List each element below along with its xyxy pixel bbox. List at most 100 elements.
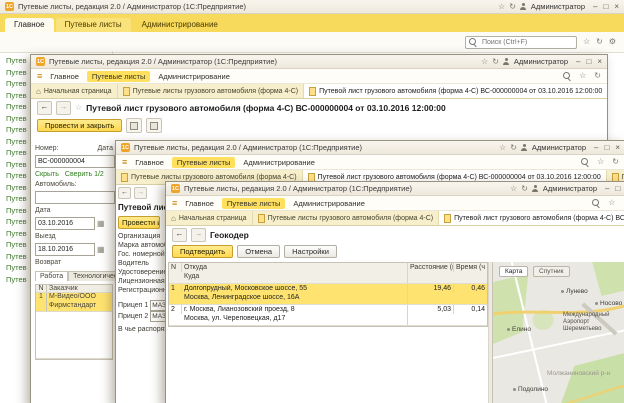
tab-waybill-doc4[interactable]: Путевой лист грузового автомобиля (форма…	[304, 84, 607, 98]
back-button[interactable]: ←	[172, 228, 187, 242]
history-icon[interactable]: ↻	[596, 38, 603, 46]
calendar-icon[interactable]: ▦	[97, 220, 105, 228]
current-user[interactable]: Администратор	[531, 2, 585, 11]
minimize-button[interactable]: –	[576, 57, 580, 66]
post-icon-button[interactable]	[146, 118, 162, 133]
favorites-star-icon[interactable]: ☆	[499, 144, 506, 152]
menu-glavnoe[interactable]: Главное	[50, 72, 79, 81]
tab-waybill-doc2[interactable]: Путевой лист грузового автомобиля (форма…	[439, 211, 624, 225]
main-menu-icon[interactable]: ≡	[37, 72, 42, 81]
favorites-star-icon[interactable]: ☆	[498, 3, 505, 11]
favorites-star-icon[interactable]: ☆	[583, 38, 590, 46]
back-button[interactable]: ←	[37, 101, 52, 115]
tab-tekhnologicheskie[interactable]: Технологические	[68, 271, 115, 281]
menu-administrirovanie[interactable]: Администрирование	[293, 199, 365, 208]
current-user[interactable]: Администратор	[514, 57, 568, 66]
return-date-input[interactable]	[35, 243, 95, 256]
maximize-button[interactable]: □	[586, 57, 591, 66]
post-and-close-button[interactable]: Провести и закрыть	[118, 216, 160, 229]
search-icon[interactable]	[592, 199, 600, 207]
customer-row[interactable]: 1 М-Видео/ООО Фирмстандарт	[36, 293, 112, 312]
map-layer-button[interactable]: Карта	[499, 266, 528, 277]
menu-glavnoe[interactable]: Главное	[135, 158, 164, 167]
history-icon[interactable]: ↻	[612, 158, 619, 166]
save-icon-button[interactable]	[126, 118, 142, 133]
post-and-close-button[interactable]: Провести и закрыть	[37, 119, 122, 132]
menu-glavnoe[interactable]: Главное	[185, 199, 214, 208]
favorites-star-icon[interactable]: ☆	[481, 58, 488, 66]
maximize-button[interactable]: □	[604, 143, 609, 152]
map-panel[interactable]: Карта Спутник Лунево Носово Елино Междун…	[492, 262, 624, 403]
forward-button[interactable]: →	[191, 228, 206, 242]
favorites-star-icon[interactable]: ☆	[510, 185, 517, 193]
global-search[interactable]	[465, 36, 577, 49]
section-tab-administrirovanie[interactable]: Администрирование	[133, 18, 227, 32]
menu-putevye-listy[interactable]: Путевые листы	[87, 71, 150, 82]
menu-administrirovanie[interactable]: Администрирование	[158, 72, 230, 81]
1c-logo-icon: 1C	[36, 57, 45, 66]
titlebar[interactable]: 1C Путевые листы, редакция 2.0 / Админис…	[116, 141, 624, 155]
confirm-button[interactable]: Подтвердить	[172, 245, 233, 258]
settings-gear-icon[interactable]: ⚙	[609, 38, 616, 46]
search-icon[interactable]	[563, 72, 571, 80]
depart-date-input[interactable]	[35, 217, 95, 230]
tab-home[interactable]: ⌂ Начальная страница	[31, 84, 118, 98]
search-icon[interactable]	[581, 158, 589, 166]
favorites-star-icon[interactable]: ☆	[579, 72, 586, 80]
tab-waybill-list[interactable]: Путевые листы грузового автомобиля (форм…	[118, 84, 305, 98]
menu-administrirovanie[interactable]: Администрирование	[243, 158, 315, 167]
close-button[interactable]: ×	[597, 57, 602, 66]
minimize-button[interactable]: –	[593, 2, 597, 11]
favorites-star-icon[interactable]: ☆	[608, 199, 615, 207]
forward-button[interactable]: →	[134, 187, 147, 199]
history-icon[interactable]: ↻	[594, 72, 601, 80]
search-input[interactable]	[480, 38, 573, 47]
history-icon[interactable]: ↻	[510, 144, 517, 152]
main-menu-icon[interactable]: ≡	[122, 158, 127, 167]
calendar-icon[interactable]: ▦	[97, 246, 105, 254]
route-row[interactable]: 1 Долгопрудный, Московское шоссе, 55 Мос…	[169, 284, 487, 305]
close-button[interactable]: ×	[614, 2, 619, 11]
favorites-star-icon[interactable]: ☆	[75, 104, 82, 112]
tab-rabota[interactable]: Работа	[35, 271, 68, 281]
row-to: Москва, Ленинградское шоссе, 16А	[184, 294, 405, 303]
check-link[interactable]: Сверить 1/2	[65, 171, 104, 178]
history-icon[interactable]: ↻	[509, 3, 516, 11]
quick-access-toolbar: ☆ ↻ ⚙	[0, 32, 624, 53]
menu-putevye-listy[interactable]: Путевые листы	[172, 157, 235, 168]
history-icon[interactable]: ↻	[492, 58, 499, 66]
number-input[interactable]	[35, 155, 115, 168]
section-tab-glavnoe[interactable]: Главное	[5, 18, 54, 32]
titlebar-main[interactable]: 1C Путевые листы, редакция 2.0 / Админис…	[0, 0, 624, 14]
maximize-button[interactable]: □	[615, 184, 620, 193]
section-tab-putevye-listy[interactable]: Путевые листы	[56, 18, 131, 32]
col-distance: Расстояние (к	[408, 263, 454, 272]
menu-putevye-listy[interactable]: Путевые листы	[222, 198, 285, 209]
titlebar[interactable]: 1C Путевые листы, редакция 2.0 / Админис…	[166, 182, 624, 196]
settings-button[interactable]: Настройки	[284, 245, 337, 258]
minimize-button[interactable]: –	[605, 184, 609, 193]
col-time: Время (ч	[454, 263, 487, 272]
forward-button[interactable]: →	[56, 101, 71, 115]
satellite-layer-button[interactable]: Спутник	[533, 266, 570, 277]
hide-link[interactable]: Скрыть	[35, 171, 59, 178]
favorites-star-icon[interactable]: ☆	[597, 158, 604, 166]
main-menu-icon[interactable]: ≡	[172, 199, 177, 208]
minimize-button[interactable]: –	[594, 143, 598, 152]
history-icon[interactable]: ↻	[521, 185, 528, 193]
current-user[interactable]: Администратор	[543, 184, 597, 193]
tab-home[interactable]: ⌂ Начальная страница	[166, 211, 253, 225]
cancel-button[interactable]: Отмена	[237, 245, 280, 258]
row-number: 1	[169, 284, 182, 293]
trailer-value-input[interactable]: МАЗ	[150, 311, 165, 322]
vehicle-input[interactable]	[35, 191, 115, 204]
titlebar[interactable]: 1C Путевые листы, редакция 2.0 / Админис…	[31, 55, 607, 69]
maximize-button[interactable]: □	[603, 2, 608, 11]
trailer-value-input[interactable]: МАЗ	[150, 300, 165, 311]
close-button[interactable]: ×	[615, 143, 620, 152]
current-user[interactable]: Администратор	[532, 143, 586, 152]
route-row[interactable]: 2 г. Москва, Лианозовский проезд, 8 Моск…	[169, 305, 487, 326]
1c-logo-icon: 1C	[171, 184, 180, 193]
tab-waybill-list[interactable]: Путевые листы грузового автомобиля (форм…	[253, 211, 440, 225]
back-button[interactable]: ←	[118, 187, 131, 199]
